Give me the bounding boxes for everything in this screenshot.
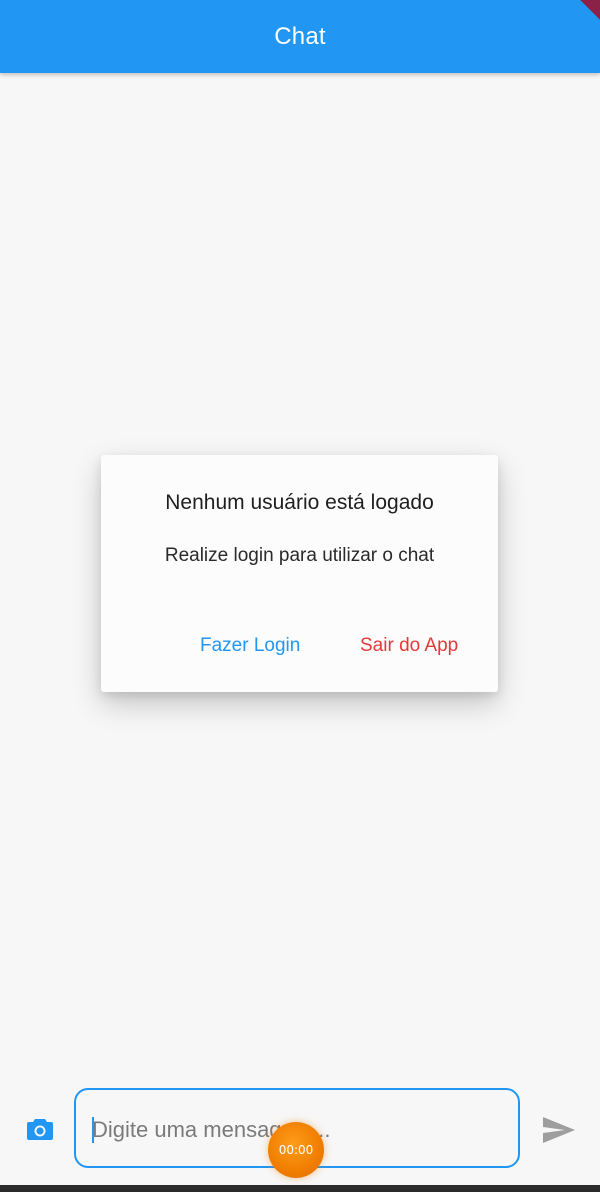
dialog-title: Nenhum usuário está logado xyxy=(165,491,434,514)
send-button[interactable] xyxy=(541,1114,577,1146)
recording-timer-badge: 00:00 xyxy=(268,1122,324,1178)
app-bar: Chat xyxy=(0,0,600,73)
exit-app-button[interactable]: Sair do App xyxy=(360,635,458,657)
send-icon xyxy=(543,1117,575,1143)
chat-screen: Chat Nenhum usuário está logado Realize … xyxy=(0,0,600,1192)
text-caret xyxy=(92,1117,94,1143)
camera-icon xyxy=(27,1119,53,1140)
recording-time: 00:00 xyxy=(278,1143,314,1157)
login-button[interactable]: Fazer Login xyxy=(200,635,300,657)
dialog-message: Realize login para utilizar o chat xyxy=(164,545,435,566)
app-bar-title: Chat xyxy=(274,22,326,50)
login-required-dialog: Nenhum usuário está logado Realize login… xyxy=(101,455,498,692)
system-nav-strip xyxy=(0,1185,600,1192)
camera-button[interactable] xyxy=(24,1113,56,1145)
